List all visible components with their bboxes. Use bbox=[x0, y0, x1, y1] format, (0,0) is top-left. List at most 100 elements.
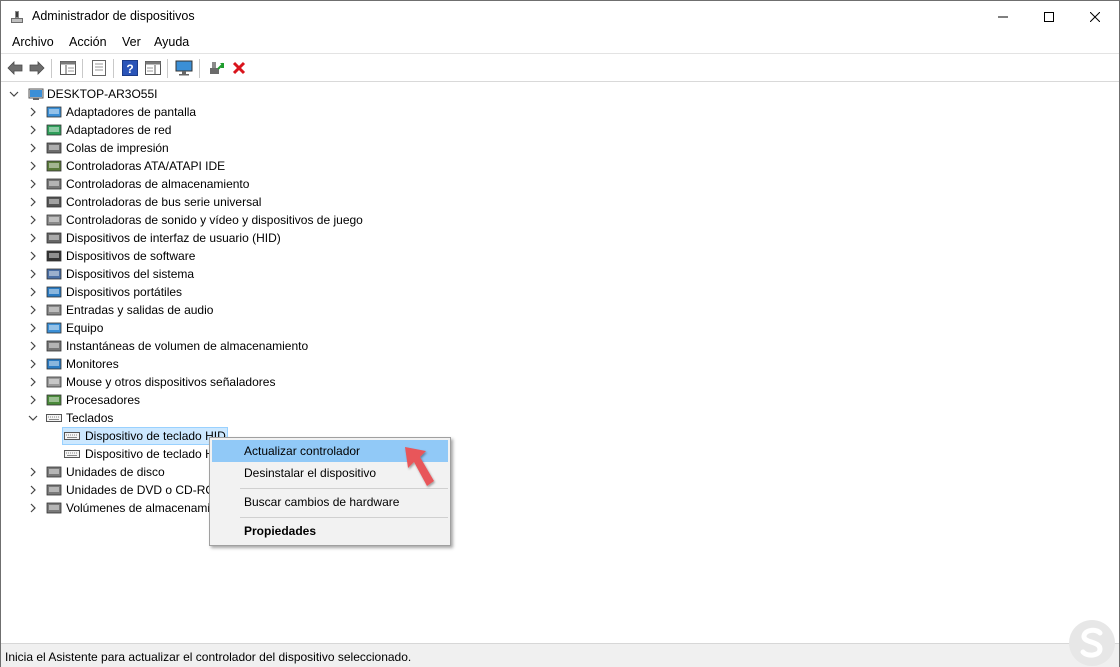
chevron-right-icon[interactable] bbox=[28, 467, 38, 477]
tree-category-label: Controladoras de sonido y vídeo y dispos… bbox=[66, 213, 363, 227]
chevron-right-icon[interactable] bbox=[28, 161, 38, 171]
tree-device[interactable]: Dispositivo de teclado HID bbox=[1, 427, 1101, 445]
tree-category[interactable]: Colas de impresión bbox=[1, 139, 1101, 157]
tree-category[interactable]: Volúmenes de almacenami bbox=[1, 499, 1101, 517]
device-category-icon bbox=[46, 142, 62, 154]
tree-category[interactable]: Entradas y salidas de audio bbox=[1, 301, 1101, 319]
device-manager-app-icon bbox=[11, 11, 23, 23]
tree-root-label: DESKTOP-AR3O55I bbox=[47, 87, 158, 101]
tree-category-label: Unidades de disco bbox=[66, 465, 165, 479]
device-category-icon bbox=[46, 484, 62, 496]
properties-button[interactable] bbox=[90, 59, 108, 77]
annotation-arrow-icon bbox=[405, 447, 434, 486]
device-category-icon bbox=[46, 376, 62, 388]
chevron-right-icon[interactable] bbox=[28, 305, 38, 315]
tree-category-label: Volúmenes de almacenami bbox=[66, 501, 211, 515]
tree-category[interactable]: Unidades de DVD o CD-ROM bbox=[1, 481, 1101, 499]
tree-root[interactable]: DESKTOP-AR3O55I bbox=[1, 85, 1101, 103]
chevron-right-icon[interactable] bbox=[28, 107, 38, 117]
menu-accion[interactable]: Acción bbox=[69, 35, 107, 49]
chevron-right-icon[interactable] bbox=[28, 485, 38, 495]
tree-category[interactable]: Monitores bbox=[1, 355, 1101, 373]
show-hide-console-tree-icon bbox=[60, 61, 76, 75]
tree-category[interactable]: Dispositivos del sistema bbox=[1, 265, 1101, 283]
tree-category[interactable]: Controladoras de sonido y vídeo y dispos… bbox=[1, 211, 1101, 229]
ctx-scan-hardware[interactable]: Buscar cambios de hardware bbox=[212, 491, 448, 513]
chevron-right-icon[interactable] bbox=[28, 269, 38, 279]
chevron-right-icon[interactable] bbox=[28, 143, 38, 153]
watermark-logo-icon bbox=[1069, 620, 1115, 666]
chevron-right-icon[interactable] bbox=[28, 215, 38, 225]
tree-category[interactable]: Procesadores bbox=[1, 391, 1101, 409]
chevron-right-icon[interactable] bbox=[28, 125, 38, 135]
chevron-right-icon[interactable] bbox=[28, 377, 38, 387]
chevron-right-icon[interactable] bbox=[28, 395, 38, 405]
tree-category[interactable]: Adaptadores de pantalla bbox=[1, 103, 1101, 121]
tree-category[interactable]: Dispositivos de interfaz de usuario (HID… bbox=[1, 229, 1101, 247]
title-bar[interactable]: Administrador de dispositivos bbox=[1, 1, 1119, 32]
menu-ver[interactable]: Ver bbox=[122, 35, 141, 49]
svg-text:?: ? bbox=[126, 62, 133, 76]
tree-category-label: Adaptadores de pantalla bbox=[66, 105, 197, 119]
tree-category[interactable]: Controladoras de bus serie universal bbox=[1, 193, 1101, 211]
update-driver-button[interactable] bbox=[207, 59, 225, 77]
tree-category-label: Dispositivos del sistema bbox=[66, 267, 195, 281]
status-bar: Inicia el Asistente para actualizar el c… bbox=[1, 643, 1119, 667]
tree-category-label: Monitores bbox=[66, 357, 119, 371]
tree-category-label: Unidades de DVD o CD-ROM bbox=[66, 483, 225, 497]
tree-category[interactable]: Dispositivos de software bbox=[1, 247, 1101, 265]
chevron-right-icon[interactable] bbox=[28, 179, 38, 189]
chevron-right-icon[interactable] bbox=[28, 251, 38, 261]
tree-category[interactable]: Adaptadores de red bbox=[1, 121, 1101, 139]
console-tree-button[interactable] bbox=[59, 59, 77, 77]
menu-archivo[interactable]: Archivo bbox=[12, 35, 54, 49]
toolbar: ? bbox=[1, 53, 1119, 82]
chevron-right-icon[interactable] bbox=[28, 233, 38, 243]
uninstall-icon bbox=[232, 61, 246, 75]
chevron-right-icon[interactable] bbox=[28, 323, 38, 333]
ctx-properties[interactable]: Propiedades bbox=[212, 520, 448, 542]
device-category-icon bbox=[46, 196, 62, 208]
tree-category[interactable]: Dispositivos portátiles bbox=[1, 283, 1101, 301]
monitor-icon bbox=[175, 60, 193, 76]
help-icon: ? bbox=[122, 60, 138, 76]
device-category-icon bbox=[46, 250, 62, 262]
action-pane-button[interactable] bbox=[144, 59, 162, 77]
chevron-right-icon[interactable] bbox=[28, 287, 38, 297]
device-category-icon bbox=[46, 178, 62, 190]
back-icon bbox=[7, 61, 23, 75]
chevron-right-icon[interactable] bbox=[28, 503, 38, 513]
menu-ayuda[interactable]: Ayuda bbox=[154, 35, 189, 49]
tree-category[interactable]: Teclados bbox=[1, 409, 1101, 427]
uninstall-button[interactable] bbox=[230, 59, 248, 77]
tree-category[interactable]: Instantáneas de volumen de almacenamient… bbox=[1, 337, 1101, 355]
forward-button[interactable] bbox=[28, 59, 46, 77]
tree-device-label: Dispositivo de teclado HID bbox=[85, 429, 226, 443]
device-category-icon bbox=[46, 106, 62, 118]
tree-category[interactable]: Equipo bbox=[1, 319, 1101, 337]
tree-category[interactable]: Unidades de disco bbox=[1, 463, 1101, 481]
tree-category-label: Dispositivos de software bbox=[66, 249, 196, 263]
minimize-button[interactable] bbox=[980, 1, 1026, 32]
chevron-right-icon[interactable] bbox=[28, 341, 38, 351]
tree-device[interactable]: Dispositivo de teclado H bbox=[1, 445, 1101, 463]
maximize-button[interactable] bbox=[1026, 1, 1072, 32]
tree-category[interactable]: Controladoras de almacenamiento bbox=[1, 175, 1101, 193]
tree-category[interactable]: Mouse y otros dispositivos señaladores bbox=[1, 373, 1101, 391]
back-button[interactable] bbox=[6, 59, 24, 77]
device-tree[interactable]: DESKTOP-AR3O55I Adaptadores de pantalla Ad… bbox=[1, 83, 1119, 643]
help-button[interactable]: ? bbox=[121, 59, 139, 77]
tree-category-label: Mouse y otros dispositivos señaladores bbox=[66, 375, 276, 389]
tree-category-label: Adaptadores de red bbox=[66, 123, 172, 137]
maximize-icon bbox=[1044, 11, 1054, 22]
close-button[interactable] bbox=[1072, 1, 1118, 32]
chevron-right-icon[interactable] bbox=[28, 197, 38, 207]
chevron-right-icon[interactable] bbox=[28, 359, 38, 369]
menu-bar: Archivo Acción Ver Ayuda bbox=[1, 32, 1119, 53]
tree-category-label: Controladoras ATA/ATAPI IDE bbox=[66, 159, 226, 173]
chevron-down-icon[interactable] bbox=[28, 413, 38, 423]
scan-hardware-button[interactable] bbox=[175, 59, 193, 77]
tree-category[interactable]: Controladoras ATA/ATAPI IDE bbox=[1, 157, 1101, 175]
tree-category-label: Equipo bbox=[66, 321, 104, 335]
chevron-down-icon[interactable] bbox=[9, 89, 19, 99]
